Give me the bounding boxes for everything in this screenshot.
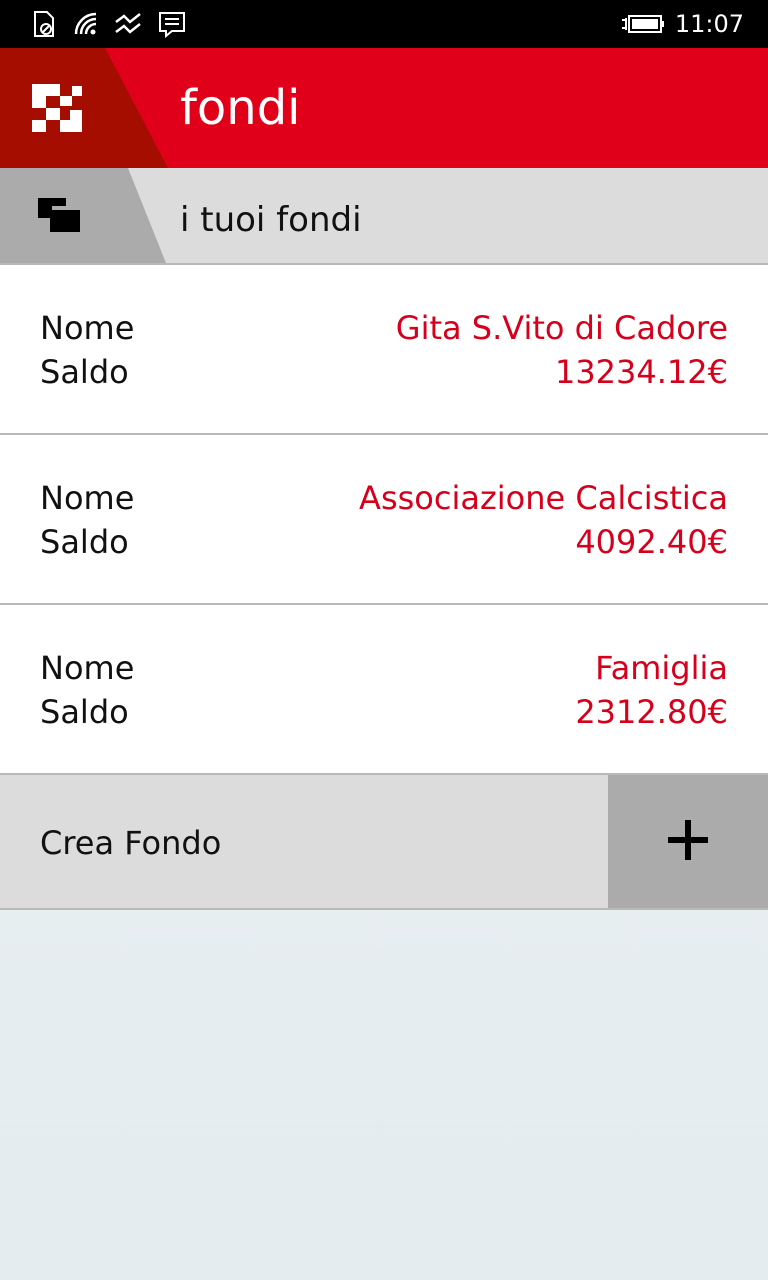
status-bar: 11:07 [0,0,768,48]
fund-name: Associazione Calcistica [359,479,728,517]
wifi-icon [72,10,100,38]
section-title: i tuoi fondi [180,200,362,240]
fund-item[interactable]: Nome Saldo Gita S.Vito di Cadore 13234.1… [0,265,768,435]
saldo-label: Saldo [40,693,129,731]
fund-name: Famiglia [595,649,728,687]
fund-list: Nome Saldo Gita S.Vito di Cadore 13234.1… [0,265,768,775]
unicredit-logo-icon[interactable] [32,84,82,134]
nome-label: Nome [40,649,135,687]
status-time: 11:07 [674,10,744,38]
saldo-label: Saldo [40,523,129,561]
fund-balance: 4092.40€ [575,523,728,561]
sim-off-icon [30,10,58,38]
header-logo-area [0,48,168,168]
fund-name: Gita S.Vito di Cadore [395,309,728,347]
fund-balance: 2312.80€ [575,693,728,731]
saldo-label: Saldo [40,353,129,391]
signal-icon [114,10,142,38]
plus-icon [668,819,708,864]
create-fund-label: Crea Fondo [40,824,222,862]
page-title: fondi [180,80,301,136]
fund-balance: 13234.12€ [554,353,728,391]
fund-item[interactable]: Nome Saldo Famiglia 2312.80€ [0,605,768,775]
fund-item[interactable]: Nome Saldo Associazione Calcistica 4092.… [0,435,768,605]
battery-icon [622,14,666,34]
nome-label: Nome [40,479,135,517]
message-icon [158,10,186,38]
create-fund-row[interactable]: Crea Fondo [0,775,768,910]
create-fund-button[interactable] [608,775,768,908]
funds-stack-icon[interactable] [38,198,82,234]
app-header: fondi [0,48,768,168]
nome-label: Nome [40,309,135,347]
section-header: i tuoi fondi [0,168,768,265]
section-icon-area [0,168,166,263]
